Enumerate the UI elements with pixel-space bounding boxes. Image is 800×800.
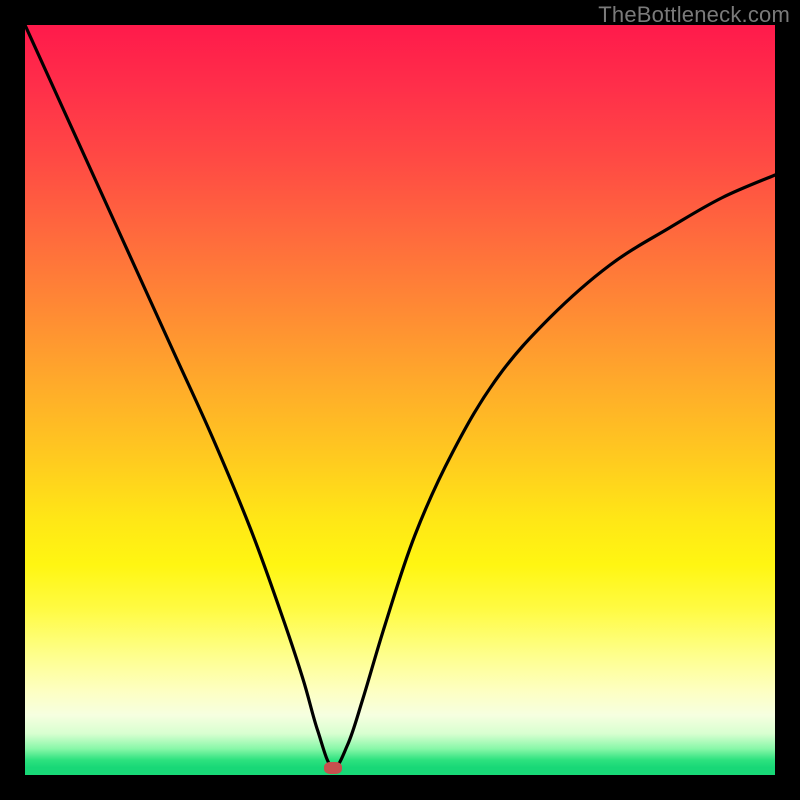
plot-area xyxy=(25,25,775,775)
min-point-marker xyxy=(324,762,342,774)
chart-frame: TheBottleneck.com xyxy=(0,0,800,800)
bottleneck-curve xyxy=(25,25,775,775)
